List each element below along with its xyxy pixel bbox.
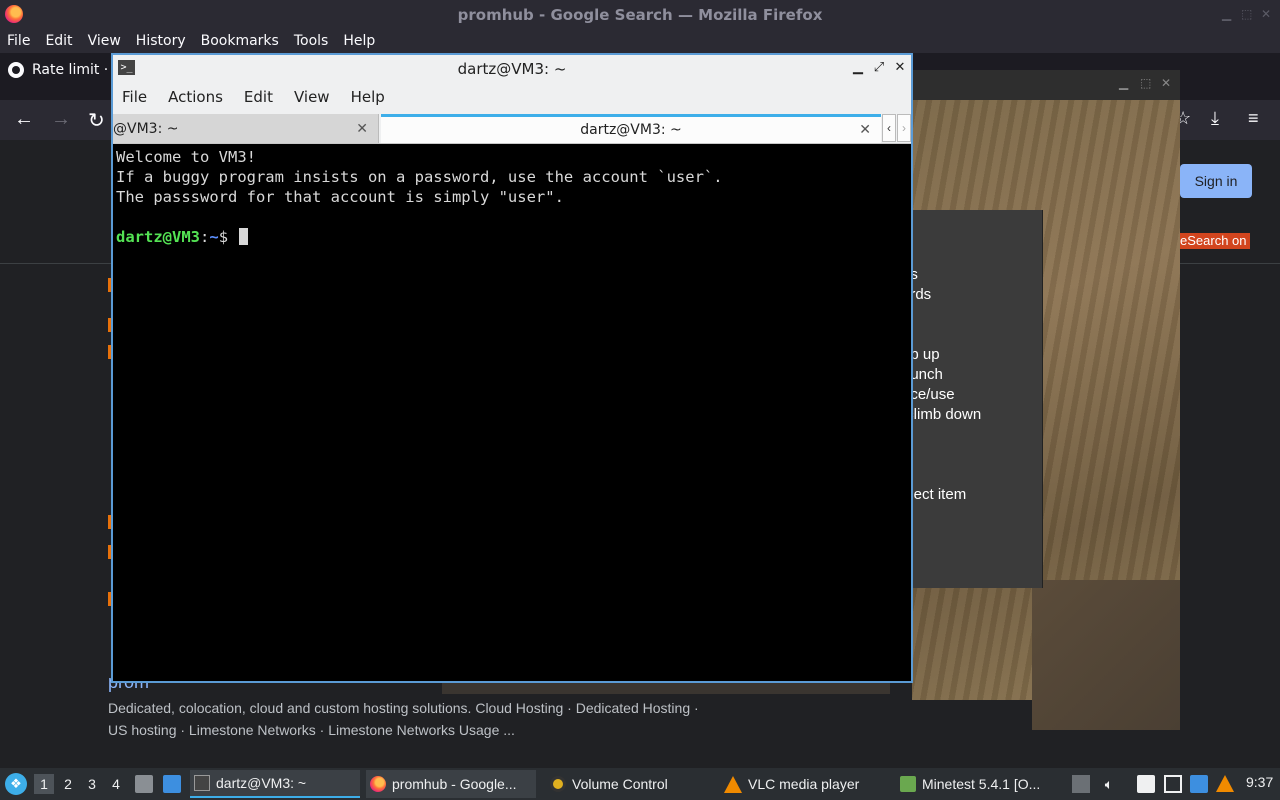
task-terminal[interactable]: dartz@VM3: ~ xyxy=(190,770,360,798)
task-label: Volume Control xyxy=(572,776,668,792)
minetest-floor xyxy=(1032,580,1180,730)
terminal-window-title: dartz@VM3: ~ xyxy=(457,59,567,78)
minimize-icon[interactable]: ▁ xyxy=(1119,76,1128,90)
task-label: VLC media player xyxy=(748,776,860,792)
snippet-line: Dedicated, colocation, cloud and custom … xyxy=(108,700,699,716)
task-vlc[interactable]: VLC media player xyxy=(720,770,890,798)
ff-menu-edit[interactable]: Edit xyxy=(45,33,72,49)
reload-icon[interactable]: ↻ xyxy=(88,108,105,133)
terminal-window[interactable]: >_ dartz@VM3: ~ ▁ ⤢ ✕ File Actions Edit … xyxy=(111,53,913,683)
firefox-menubar: File Edit View History Bookmarks Tools H… xyxy=(0,29,1280,53)
workspace-3[interactable]: 3 xyxy=(82,774,102,794)
terminal-tab-2[interactable]: dartz@VM3: ~ ✕ xyxy=(381,114,881,143)
taskbar: ❖ 1 2 3 4 dartz@VM3: ~ promhub - Google.… xyxy=(0,768,1280,800)
close-tab-icon[interactable]: ✕ xyxy=(356,121,368,137)
terminal-tab-label: @VM3: ~ xyxy=(113,120,179,137)
firefox-tab-label: Rate limit · ( xyxy=(32,62,119,78)
close-icon[interactable]: ✕ xyxy=(892,59,908,75)
task-minetest[interactable]: Minetest 5.4.1 [O... xyxy=(896,770,1060,798)
term-menu-edit[interactable]: Edit xyxy=(244,88,273,106)
terminal-prompt-line[interactable]: dartz@VM3:~$ xyxy=(116,227,908,247)
close-icon[interactable]: ✕ xyxy=(1161,76,1171,90)
tab-scroll-left-icon[interactable]: ‹ xyxy=(882,114,896,142)
task-volume-control[interactable]: Volume Control xyxy=(546,770,716,798)
workspace-4[interactable]: 4 xyxy=(106,774,126,794)
close-tab-icon[interactable]: ✕ xyxy=(859,122,871,138)
term-menu-file[interactable]: File xyxy=(122,88,147,106)
github-icon xyxy=(8,62,24,78)
term-menu-actions[interactable]: Actions xyxy=(168,88,223,106)
clock[interactable]: 9:37 xyxy=(1246,774,1273,790)
keyboard-layout-icon[interactable] xyxy=(1072,775,1090,793)
workspace-2[interactable]: 2 xyxy=(58,774,78,794)
text-cursor xyxy=(239,228,249,245)
ff-menu-view[interactable]: View xyxy=(88,33,121,49)
terminal-menubar: File Actions Edit View Help xyxy=(113,82,911,112)
terminal-line: Welcome to VM3! xyxy=(116,148,256,166)
download-icon[interactable]: ⤓ xyxy=(1211,108,1219,129)
ff-menu-tools[interactable]: Tools xyxy=(294,33,329,49)
firefox-tab[interactable]: Rate limit · ( xyxy=(8,62,118,78)
term-menu-help[interactable]: Help xyxy=(351,88,385,106)
close-icon[interactable]: ✕ xyxy=(1261,7,1271,21)
firefox-window-title: promhub - Google Search — Mozilla Firefo… xyxy=(457,5,823,24)
terminal-line: The passsword for that account is simply… xyxy=(116,188,564,206)
firefox-titlebar: promhub - Google Search — Mozilla Firefo… xyxy=(0,0,1280,29)
prompt-user: dartz@VM3 xyxy=(116,228,200,246)
clipboard-icon[interactable] xyxy=(1137,775,1155,793)
minimize-icon[interactable]: ▁ xyxy=(850,59,866,75)
prompt-separator: : xyxy=(200,228,210,246)
display-icon[interactable] xyxy=(1164,775,1182,793)
terminal-output[interactable]: Welcome to VM3! If a buggy program insist… xyxy=(114,144,910,681)
ff-menu-help[interactable]: Help xyxy=(343,33,375,49)
maximize-icon[interactable]: ⬚ xyxy=(1241,7,1252,21)
volume-icon[interactable]: 🔈︎ xyxy=(1100,775,1118,793)
terminal-tab-label: dartz@VM3: ~ xyxy=(580,122,682,138)
maximize-icon[interactable]: ⬚ xyxy=(1140,76,1151,90)
firefox-task-icon xyxy=(370,776,386,792)
search-result-snippet: Dedicated, colocation, cloud and custom … xyxy=(108,697,699,741)
back-icon[interactable]: ← xyxy=(14,108,34,131)
task-label: dartz@VM3: ~ xyxy=(216,775,307,791)
minetest-controls-dialog: ds ards nb up punch ace/use /climb down … xyxy=(902,210,1043,588)
tab-scroll-right-icon[interactable]: › xyxy=(897,114,911,142)
prompt-symbol: $ xyxy=(218,228,229,246)
start-menu-icon[interactable]: ❖ xyxy=(5,773,27,795)
ff-menu-bookmarks[interactable]: Bookmarks xyxy=(201,33,279,49)
minetest-task-icon xyxy=(900,776,916,792)
terminal-tab-1[interactable]: @VM3: ~ ✕ xyxy=(113,114,379,143)
show-desktop-icon[interactable] xyxy=(163,775,181,793)
firefox-logo-icon xyxy=(5,5,23,23)
task-label: promhub - Google... xyxy=(392,776,517,792)
minimize-icon[interactable]: ▁ xyxy=(1222,7,1231,21)
terminal-tabbar: @VM3: ~ ✕ dartz@VM3: ~ ✕ ‹ › xyxy=(113,112,911,144)
volume-control-task-icon xyxy=(550,776,566,792)
terminal-task-icon xyxy=(194,775,210,791)
ff-menu-file[interactable]: File xyxy=(7,33,30,49)
task-label: Minetest 5.4.1 [O... xyxy=(922,776,1041,792)
ff-menu-history[interactable]: History xyxy=(136,33,186,49)
term-menu-view[interactable]: View xyxy=(294,88,330,106)
maximize-icon[interactable]: ⤢ xyxy=(871,59,887,75)
minetest-window[interactable]: ▁ ⬚ ✕ ds ards nb up punch ace/use /climb… xyxy=(902,70,1180,730)
hamburger-menu-icon[interactable]: ≡ xyxy=(1248,108,1259,129)
banner-fragment[interactable]: eSearch on xyxy=(1180,233,1250,249)
terminal-app-icon: >_ xyxy=(118,60,135,75)
task-firefox[interactable]: promhub - Google... xyxy=(366,770,536,798)
forward-icon[interactable]: → xyxy=(51,108,71,131)
terminal-line: If a buggy program insists on a password… xyxy=(116,168,723,186)
controls-line: /climb down xyxy=(902,406,982,423)
google-sign-in-button[interactable]: Sign in xyxy=(1180,164,1252,198)
prompt-path: ~ xyxy=(209,228,219,246)
vlc-tray-icon[interactable] xyxy=(1216,775,1234,792)
terminal-titlebar[interactable]: >_ dartz@VM3: ~ ▁ ⤢ ✕ xyxy=(113,55,911,82)
snippet-line: US hosting · Limestone Networks · Limest… xyxy=(108,722,515,738)
minetest-titlebar: ▁ ⬚ ✕ xyxy=(912,70,1180,100)
file-manager-icon[interactable] xyxy=(135,775,153,793)
workspace-1[interactable]: 1 xyxy=(34,774,54,794)
vlc-task-icon xyxy=(724,775,742,793)
notification-icon[interactable] xyxy=(1190,775,1208,793)
terminal-blank-line: ​ xyxy=(116,207,908,227)
